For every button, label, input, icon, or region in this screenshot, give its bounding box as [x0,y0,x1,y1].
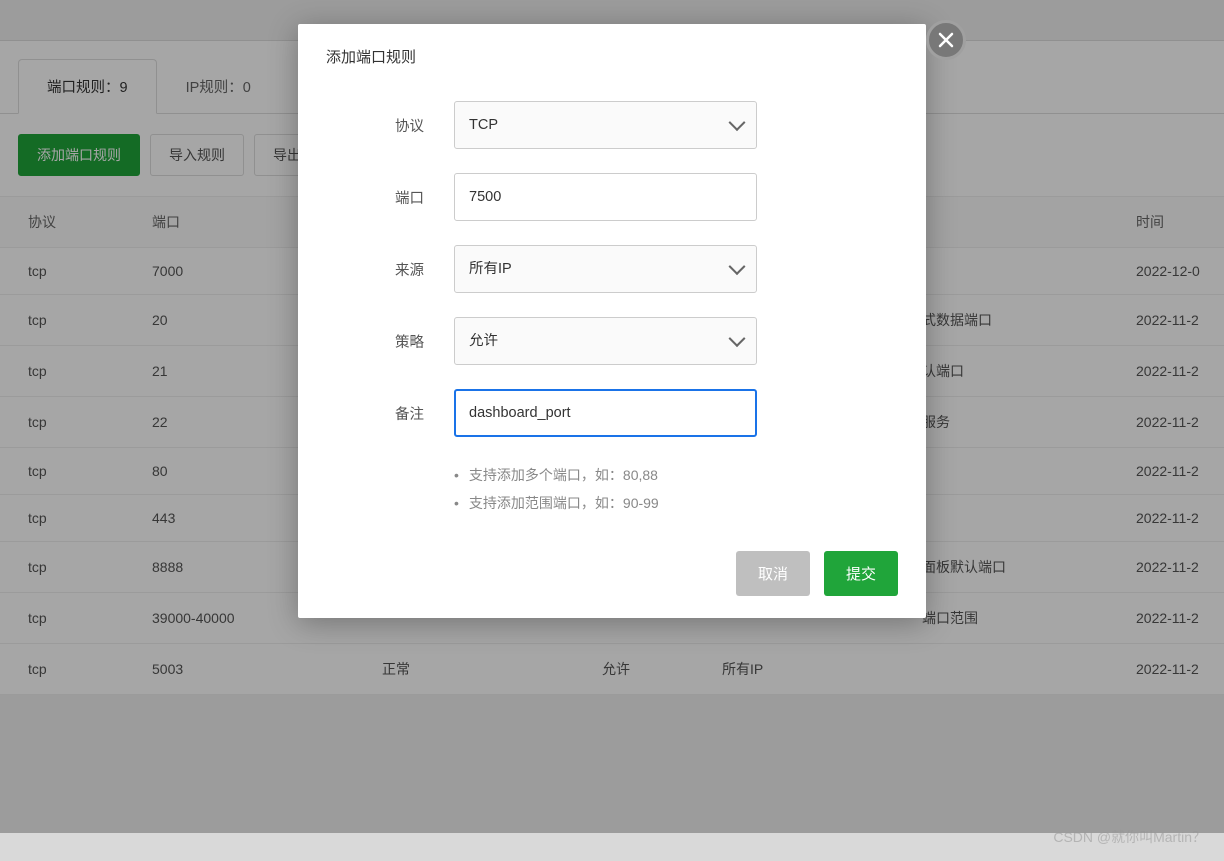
close-icon[interactable] [926,20,966,60]
label-source: 来源 [326,259,454,280]
hint-item: 支持添加范围端口，如：90-99 [454,489,898,517]
modal-overlay[interactable]: 添加端口规则 协议 TCP 端口 来源 所有I [0,0,1224,861]
label-port: 端口 [326,187,454,208]
source-select[interactable]: 所有IP [454,245,757,293]
submit-button[interactable]: 提交 [824,551,898,596]
hints: 支持添加多个端口，如：80,88 支持添加范围端口，如：90-99 [326,461,898,517]
dialog-title: 添加端口规则 [298,24,926,89]
label-protocol: 协议 [326,115,454,136]
note-input[interactable] [454,389,757,437]
port-input[interactable] [454,173,757,221]
protocol-select[interactable]: TCP [454,101,757,149]
add-port-rule-dialog: 添加端口规则 协议 TCP 端口 来源 所有I [298,24,926,618]
policy-select[interactable]: 允许 [454,317,757,365]
label-policy: 策略 [326,331,454,352]
hint-item: 支持添加多个端口，如：80,88 [454,461,898,489]
label-note: 备注 [326,403,454,424]
cancel-button[interactable]: 取消 [736,551,810,596]
footer-bar [0,833,1224,861]
